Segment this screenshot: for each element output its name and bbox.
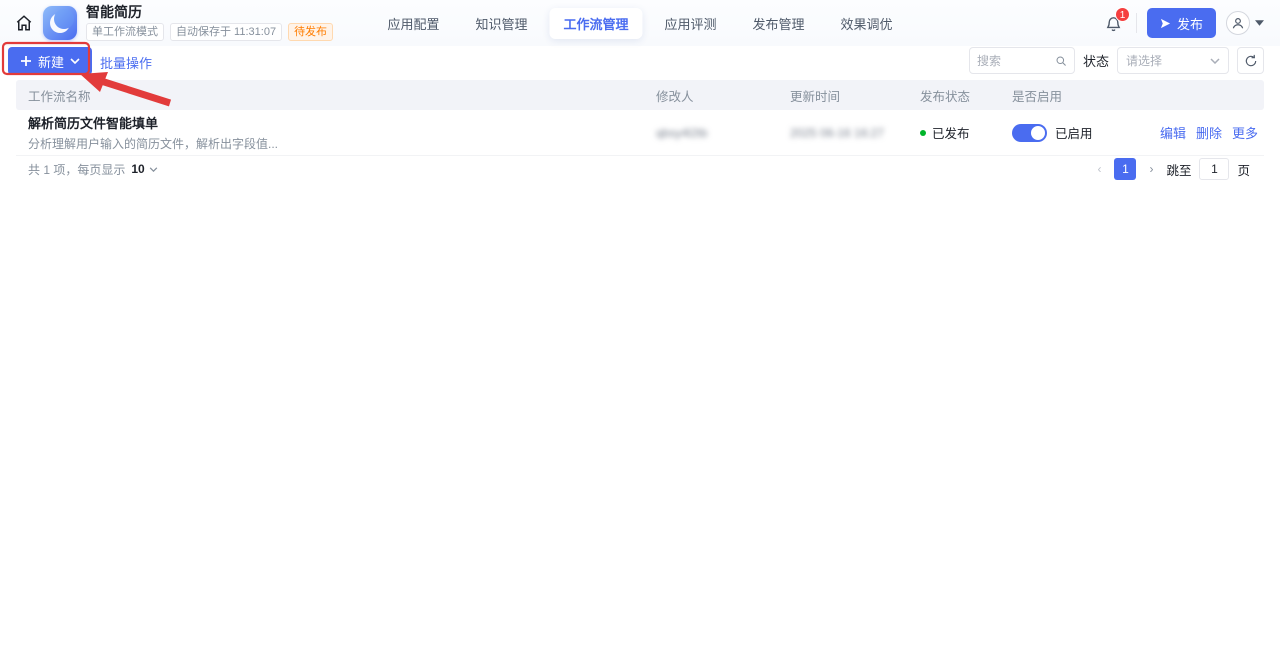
publish-button[interactable]: 发布 (1147, 8, 1216, 38)
app-title: 智能简历 (86, 5, 333, 20)
mode-tag: 单工作流模式 (86, 23, 164, 41)
col-modifier: 修改人 (656, 86, 790, 105)
workflow-toolbar: 新建 批量操作 状态 请选择 (0, 46, 1280, 78)
caret-down-icon (1255, 20, 1264, 26)
table-footer: 共 1 项，每页显示 10 ‹ 1 › 跳至 页 (16, 156, 1264, 182)
avatar-icon (1226, 11, 1250, 35)
next-page-icon[interactable]: › (1144, 162, 1158, 176)
home-icon[interactable] (14, 13, 34, 33)
chevron-down-icon (149, 167, 158, 172)
chevron-down-icon (70, 58, 80, 64)
plus-icon (20, 55, 32, 67)
batch-actions-button[interactable]: 批量操作 (100, 53, 152, 72)
more-button[interactable]: 更多 (1232, 123, 1258, 142)
page-number-button[interactable]: 1 (1114, 158, 1136, 180)
workflow-table: 工作流名称 修改人 更新时间 发布状态 是否启用 解析简历文件智能填单 分析理解… (16, 80, 1264, 156)
search-icon (1055, 54, 1067, 68)
updated-time-redacted: 2025 06-16 16:27 (790, 126, 920, 140)
notification-badge: 1 (1115, 7, 1130, 22)
modifier-redacted: qbsy4l2tb (656, 126, 790, 140)
publish-status-text: 已发布 (932, 123, 970, 142)
status-filter-label: 状态 (1083, 51, 1109, 70)
table-header-row: 工作流名称 修改人 更新时间 发布状态 是否启用 (16, 80, 1264, 110)
app-logo-icon (43, 6, 77, 40)
main-nav-tabs: 应用配置 知识管理 工作流管理 应用评测 发布管理 效果调优 (373, 8, 906, 39)
tab-knowledge[interactable]: 知识管理 (461, 8, 541, 39)
table-row: 解析简历文件智能填单 分析理解用户输入的简历文件，解析出字段值... qbsy4… (16, 110, 1264, 156)
search-input[interactable] (977, 54, 1055, 68)
jump-page-input[interactable] (1199, 158, 1229, 180)
jump-to-label: 跳至 (1166, 160, 1191, 179)
tab-release[interactable]: 发布管理 (739, 8, 819, 39)
autosave-tag: 自动保存于 11:31:07 (170, 23, 282, 41)
published-status-dot (920, 130, 926, 136)
col-workflow-name: 工作流名称 (28, 86, 656, 105)
new-workflow-button[interactable]: 新建 (8, 47, 92, 75)
user-menu[interactable] (1226, 11, 1264, 35)
total-count-text: 共 1 项，每页显示 (28, 161, 125, 178)
edit-button[interactable]: 编辑 (1160, 123, 1186, 142)
col-publish-status: 发布状态 (920, 86, 1012, 105)
status-filter-select[interactable]: 请选择 (1117, 47, 1229, 74)
notification-bell-icon[interactable]: 1 (1102, 11, 1126, 35)
workflow-name[interactable]: 解析简历文件智能填单 (28, 113, 656, 132)
refresh-icon (1244, 54, 1258, 68)
delete-button[interactable]: 删除 (1196, 123, 1222, 142)
workflow-description: 分析理解用户输入的简历文件，解析出字段值... (28, 135, 656, 152)
prev-page-icon[interactable]: ‹ (1092, 162, 1106, 176)
header-divider (1136, 13, 1137, 33)
col-enabled: 是否启用 (1012, 86, 1160, 105)
top-header: 智能简历 单工作流模式 自动保存于 11:31:07 待发布 应用配置 知识管理… (0, 0, 1280, 46)
refresh-button[interactable] (1237, 47, 1264, 74)
tab-optimization[interactable]: 效果调优 (827, 8, 907, 39)
page-size-select[interactable]: 10 (131, 162, 157, 176)
enabled-label: 已启用 (1055, 123, 1093, 142)
pending-publish-tag: 待发布 (288, 23, 333, 41)
chevron-down-icon (1210, 58, 1220, 64)
send-icon (1160, 18, 1171, 29)
col-updated-time: 更新时间 (790, 86, 920, 105)
tab-app-config[interactable]: 应用配置 (373, 8, 453, 39)
search-box (969, 47, 1075, 74)
page-unit-label: 页 (1237, 160, 1250, 179)
enabled-toggle[interactable] (1012, 124, 1047, 142)
tab-evaluation[interactable]: 应用评测 (651, 8, 731, 39)
tab-workflow[interactable]: 工作流管理 (549, 8, 642, 39)
